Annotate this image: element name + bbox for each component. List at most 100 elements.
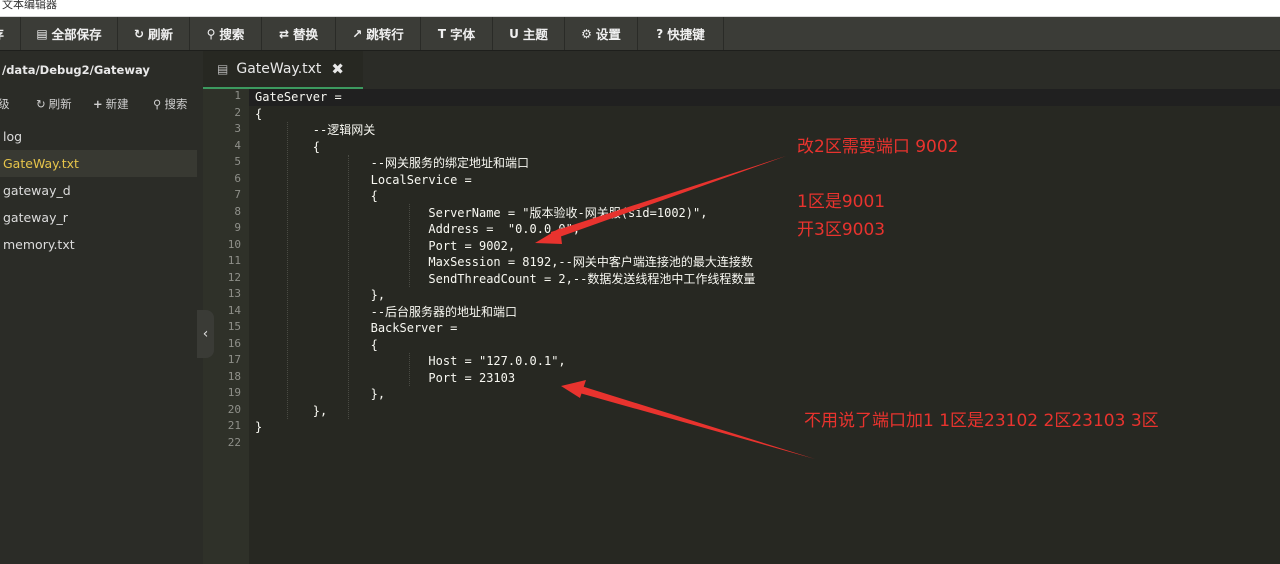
line-number: 18 — [227, 369, 241, 383]
save-all-label: 全部保存 — [51, 27, 102, 42]
tab-gateway-txt[interactable]: ▤ GateWay.txt ✖ — [203, 51, 363, 89]
tab-label: GateWay.txt — [236, 61, 322, 77]
code-line: BackServer = — [255, 321, 458, 335]
line-number: 12 — [227, 270, 241, 284]
sidebar-search-label: 搜索 — [164, 97, 188, 111]
search-label: 搜索 — [219, 27, 245, 42]
sidebar-refresh-label: 刷新 — [48, 97, 72, 111]
save-button[interactable]: ▣ 存 — [0, 17, 21, 50]
file-item[interactable]: memory.txt — [0, 231, 203, 258]
code-line: ServerName = "版本验收-网关服(sid=1002)", — [255, 205, 708, 220]
code-line: --网关服务的绑定地址和端口 — [255, 156, 530, 170]
settings-label: 设置 — [595, 27, 621, 42]
help-icon: ? — [656, 26, 664, 41]
code-line: Address = "0.0.0.0", — [255, 222, 581, 236]
file-item[interactable]: log — [0, 123, 203, 150]
refresh-button[interactable]: ↻ 刷新 — [118, 17, 190, 50]
code-line: { — [255, 337, 378, 352]
line-number: 8 — [234, 204, 241, 218]
document-icon: ▤ — [217, 62, 229, 76]
shortcuts-label: 快捷键 — [667, 27, 705, 42]
line-number: 7 — [234, 188, 241, 201]
up-level-button[interactable]: 级 — [0, 90, 10, 118]
code-line: LocalService = — [255, 172, 472, 187]
code-line: { — [255, 189, 378, 203]
line-number: 19 — [227, 386, 241, 399]
line-number: 2 — [234, 105, 241, 119]
code-line: --后台服务器的地址和端口 — [255, 304, 518, 319]
search-icon: ⚲ — [206, 26, 216, 41]
refresh-icon: ↻ — [36, 97, 46, 111]
code-line: Port = 9002, — [255, 238, 516, 253]
font-button[interactable]: T 字体 — [421, 17, 493, 50]
window-title: 文本编辑器 — [2, 0, 57, 11]
sidebar-search-button[interactable]: ⚲ 搜索 — [153, 90, 187, 118]
collapse-sidebar-button[interactable]: ‹ — [197, 310, 214, 358]
tab-bar: ▤ GateWay.txt ✖ — [203, 51, 1280, 89]
line-number: 10 — [227, 237, 241, 251]
file-item[interactable]: gateway_r — [0, 204, 203, 231]
code-editor[interactable]: 1 2 3 4 5 6 7 8 9 10 11 12 13 14 15 16 17 18 19 20 21 22 Gate… — [203, 89, 1280, 564]
code-line: }, — [255, 403, 328, 418]
line-number: 13 — [227, 287, 241, 300]
search-icon: ⚲ — [153, 97, 162, 111]
refresh-label: 刷新 — [148, 27, 174, 42]
file-item-active[interactable]: GateWay.txt — [0, 150, 197, 177]
code-line: GateServer = — [255, 90, 342, 104]
code-line: } — [255, 420, 263, 434]
new-file-label: 新建 — [105, 97, 129, 111]
goto-line-label: 跳转行 — [366, 27, 404, 42]
theme-button[interactable]: U 主题 — [493, 17, 565, 50]
line-number: 5 — [234, 155, 241, 168]
theme-label: 主题 — [522, 27, 548, 42]
goto-line-button[interactable]: ↗ 跳转行 — [336, 17, 421, 50]
line-number: 9 — [234, 221, 241, 234]
annotation-zone3-port: 开3区9003 — [797, 220, 886, 240]
search-button[interactable]: ⚲ 搜索 — [190, 17, 262, 50]
up-level-label: 级 — [0, 97, 10, 111]
code-line: { — [255, 139, 321, 154]
file-sidebar: /data/Debug2/Gateway 级 ↻ 刷新 + 新建 ⚲ 搜索 lo… — [0, 51, 203, 564]
line-number: 6 — [234, 171, 241, 185]
shortcuts-button[interactable]: ? 快捷键 — [638, 17, 724, 50]
code-text: GateServer = { --逻辑网关 { --网关服务的绑定地址和端口 Lo… — [255, 89, 1275, 564]
current-path: /data/Debug2/Gateway — [2, 63, 150, 77]
toolbar: ▣ 存 ▤ 全部保存 ↻ 刷新 ⚲ 搜索 ⇄ 替换 ↗ 跳转行 T 字体 U 主… — [0, 17, 1280, 51]
line-number: 3 — [234, 122, 241, 135]
code-line: --逻辑网关 — [255, 123, 376, 137]
gear-icon: ⚙ — [581, 26, 592, 41]
plus-icon: + — [93, 97, 103, 111]
code-line: Host = "127.0.0.1", — [255, 354, 566, 368]
save-all-button[interactable]: ▤ 全部保存 — [21, 17, 118, 50]
refresh-icon: ↻ — [133, 26, 145, 41]
replace-icon: ⇄ — [278, 26, 290, 41]
save-label: 存 — [0, 24, 4, 43]
close-icon[interactable]: ✖ — [331, 60, 344, 78]
goto-line-icon: ↗ — [352, 26, 363, 41]
save-all-icon: ▤ — [36, 26, 48, 41]
line-number: 21 — [227, 419, 241, 432]
font-label: 字体 — [450, 27, 476, 42]
font-icon: T — [437, 26, 447, 41]
code-line: SendThreadCount = 2,--数据发送线程池中工作线程数量 — [255, 271, 756, 286]
theme-icon: U — [509, 26, 519, 41]
line-number: 22 — [227, 435, 241, 449]
replace-button[interactable]: ⇄ 替换 — [262, 17, 336, 50]
line-number: 4 — [234, 138, 241, 152]
line-number: 1 — [234, 89, 241, 102]
new-file-button[interactable]: + 新建 — [93, 90, 129, 118]
file-tree: log GateWay.txt gateway_d gateway_r memo… — [0, 123, 203, 258]
code-line: Port = 23103 — [255, 370, 516, 385]
settings-button[interactable]: ⚙ 设置 — [565, 17, 638, 50]
code-line: MaxSession = 8192,--网关中客户端连接池的最大连接数 — [255, 255, 753, 269]
file-item[interactable]: gateway_d — [0, 177, 203, 204]
sidebar-refresh-button[interactable]: ↻ 刷新 — [36, 90, 72, 118]
code-line: }, — [255, 288, 386, 302]
code-line: }, — [255, 387, 386, 401]
annotation-backserver-ports: 不用说了端口加1 1区是23102 2区23103 3区 — [804, 411, 1159, 431]
annotation-zone2-port: 改2区需要端口 9002 — [797, 137, 959, 157]
line-number: 20 — [227, 402, 241, 416]
window-titlebar: 文本编辑器 — [0, 0, 1280, 17]
code-line: { — [255, 106, 263, 121]
sidebar-toolbar: 级 ↻ 刷新 + 新建 ⚲ 搜索 — [0, 90, 203, 118]
